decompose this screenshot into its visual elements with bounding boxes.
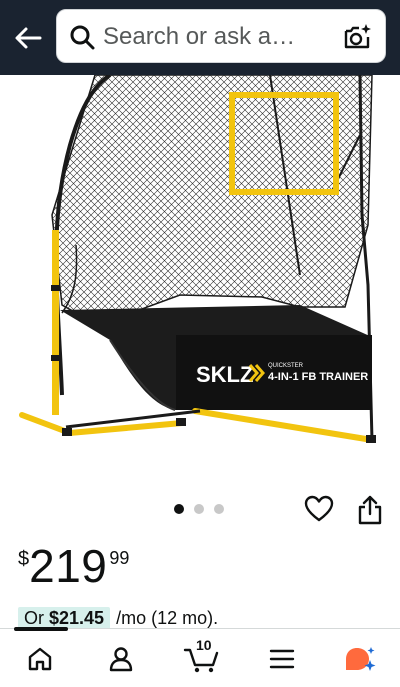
product-image[interactable]: SKLZ QUICKSTER 4-IN-1 FB TRAINER: [0, 75, 400, 485]
brand-text: SKLZ: [196, 362, 253, 387]
carousel-dot[interactable]: [214, 504, 224, 514]
image-carousel-dots: [174, 504, 224, 514]
price-whole: 219: [29, 540, 108, 592]
carousel-dot-active[interactable]: [174, 504, 184, 514]
back-button[interactable]: [10, 20, 46, 56]
cart-count: 10: [196, 637, 212, 653]
nav-cart[interactable]: 10: [182, 637, 222, 677]
net-label-large: 4-IN-1 FB TRAINER: [268, 371, 368, 383]
home-icon: [28, 647, 52, 671]
camera-icon[interactable]: [343, 22, 373, 52]
monthly-or: Or: [24, 607, 44, 628]
net-label-small: QUICKSTER: [268, 363, 304, 369]
nav-rufus[interactable]: [342, 641, 378, 677]
price-fraction: 99: [109, 548, 130, 568]
top-header: Search or ask a…: [0, 0, 400, 75]
nav-account[interactable]: [103, 641, 139, 677]
active-tab-indicator: [14, 627, 68, 631]
menu-icon: [269, 649, 295, 669]
share-icon[interactable]: [356, 494, 384, 526]
back-arrow-icon: [15, 27, 42, 49]
nav-home[interactable]: [22, 641, 58, 677]
search-input[interactable]: Search or ask a…: [56, 9, 386, 63]
monthly-terms: /mo (12 mo).: [116, 607, 219, 628]
search-icon: [70, 25, 95, 50]
carousel-dot[interactable]: [194, 504, 204, 514]
search-placeholder: Search or ask a…: [103, 23, 296, 50]
rufus-icon: [346, 647, 376, 671]
price-currency: $: [18, 548, 30, 570]
price: $ 219 99: [18, 540, 129, 596]
nav-menu[interactable]: [264, 641, 300, 677]
heart-icon[interactable]: [304, 495, 334, 523]
account-icon: [109, 647, 133, 672]
bottom-nav: 10: [0, 627, 400, 687]
product-photo: SKLZ QUICKSTER 4-IN-1 FB TRAINER: [19, 75, 376, 443]
monthly-amount: $21.45: [49, 607, 105, 628]
